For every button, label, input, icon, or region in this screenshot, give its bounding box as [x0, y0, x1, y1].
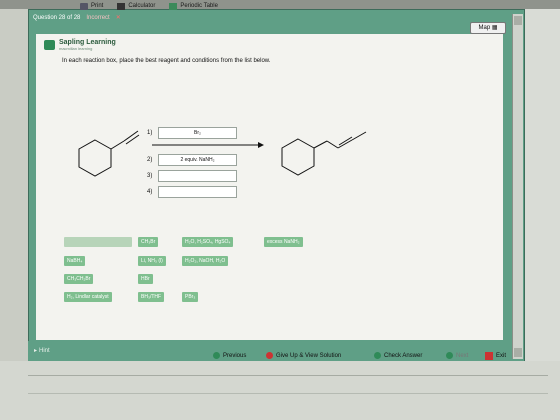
step-4-label: 4) — [147, 189, 153, 195]
step-2-label: 2) — [147, 157, 153, 163]
hint-label: Hint — [39, 347, 50, 354]
starting-material-structure — [78, 130, 140, 177]
check-label: Check Answer — [384, 352, 423, 359]
reaction-box-2[interactable]: 2 equiv. NaNH₂ — [158, 154, 237, 166]
reagent-tile[interactable]: Li, NH₃ (l) — [138, 256, 166, 266]
reagent-tile[interactable]: CH₃Br — [138, 237, 159, 247]
reagent-tile[interactable]: H₂, Lindlar catalyst — [64, 292, 112, 302]
reagent-empty-slot[interactable] — [64, 237, 132, 247]
reaction-box-1[interactable]: Br₂ — [158, 127, 237, 139]
reaction-box-3[interactable] — [158, 170, 237, 182]
check-icon — [374, 352, 381, 359]
product-structure — [281, 131, 367, 176]
exit-icon — [485, 352, 493, 360]
reagent-tile[interactable]: CH₃CH₂Br — [64, 274, 94, 284]
reagent-tile[interactable]: NaBH₄ — [64, 256, 86, 266]
next-icon — [446, 352, 453, 359]
page-below — [0, 361, 560, 420]
previous-button[interactable]: Previous — [213, 352, 246, 359]
reaction-box-4[interactable] — [158, 186, 237, 198]
give-up-icon — [266, 352, 273, 359]
reagent-tile[interactable]: PBr₃ — [182, 292, 199, 302]
check-answer-button[interactable]: Check Answer — [374, 352, 422, 359]
reagent-tile[interactable]: HBr — [138, 274, 153, 284]
divider — [28, 375, 548, 376]
divider — [28, 393, 548, 394]
next-button[interactable]: Next — [446, 352, 468, 359]
exit-button[interactable]: Exit — [485, 352, 506, 360]
step-3-label: 3) — [147, 173, 153, 179]
give-up-button[interactable]: Give Up & View Solution — [266, 352, 341, 359]
reagent-tile[interactable]: H₂O, H₂SO₄, HgSO₄ — [182, 237, 234, 247]
reagent-tile[interactable]: H₂O₂, NaOH, H₂O — [182, 256, 229, 266]
step-1-label: 1) — [147, 130, 153, 136]
reagent-tile[interactable]: excess NaNH₂ — [264, 237, 303, 247]
hint-arrow-icon: ▸ — [34, 348, 38, 354]
previous-icon — [213, 352, 220, 359]
reagent-tile[interactable]: BH₃/THF — [138, 292, 165, 302]
hint-button[interactable]: ▸ Hint — [34, 347, 50, 355]
next-label: Next — [456, 352, 469, 359]
previous-label: Previous — [223, 352, 247, 359]
give-up-label: Give Up & View Solution — [276, 352, 342, 359]
exit-label: Exit — [496, 353, 507, 359]
reaction-arrow — [152, 142, 264, 148]
